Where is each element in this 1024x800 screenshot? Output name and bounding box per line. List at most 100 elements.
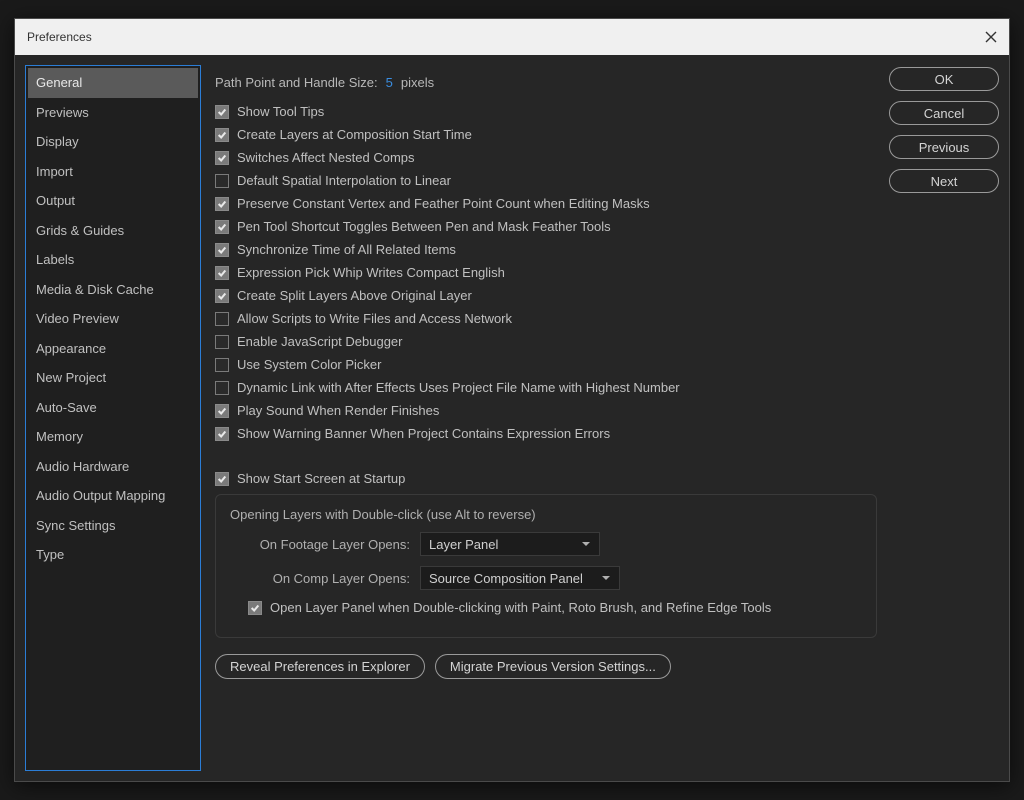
checkbox-row: Synchronize Time of All Related Items xyxy=(215,242,877,257)
migrate-settings-button[interactable]: Migrate Previous Version Settings... xyxy=(435,654,671,679)
checkbox[interactable] xyxy=(215,427,229,441)
comp-layer-row: On Comp Layer Opens: Source Composition … xyxy=(230,566,862,590)
checkbox[interactable] xyxy=(215,266,229,280)
checkbox-row: Preserve Constant Vertex and Feather Poi… xyxy=(215,196,877,211)
checkbox-label[interactable]: Pen Tool Shortcut Toggles Between Pen an… xyxy=(237,219,611,234)
checkbox-label[interactable]: Enable JavaScript Debugger xyxy=(237,334,403,349)
chevron-down-icon xyxy=(601,573,611,583)
checkbox-label[interactable]: Default Spatial Interpolation to Linear xyxy=(237,173,451,188)
checkbox-start-screen[interactable] xyxy=(215,472,229,486)
checkbox[interactable] xyxy=(215,105,229,119)
cancel-button[interactable]: Cancel xyxy=(889,101,999,125)
sidebar-item-new-project[interactable]: New Project xyxy=(28,363,198,393)
comp-layer-dropdown[interactable]: Source Composition Panel xyxy=(420,566,620,590)
sidebar-item-sync-settings[interactable]: Sync Settings xyxy=(28,511,198,541)
checkbox[interactable] xyxy=(215,128,229,142)
checkbox-label[interactable]: Synchronize Time of All Related Items xyxy=(237,242,456,257)
checkbox-row: Allow Scripts to Write Files and Access … xyxy=(215,311,877,326)
checkbox[interactable] xyxy=(215,289,229,303)
checkbox-label[interactable]: Play Sound When Render Finishes xyxy=(237,403,439,418)
checkbox[interactable] xyxy=(215,404,229,418)
checkbox-open-layer-panel[interactable] xyxy=(248,601,262,615)
sidebar-item-labels[interactable]: Labels xyxy=(28,245,198,275)
checkbox[interactable] xyxy=(215,358,229,372)
sidebar-item-video-preview[interactable]: Video Preview xyxy=(28,304,198,334)
close-button[interactable] xyxy=(983,29,999,45)
checkbox[interactable] xyxy=(215,312,229,326)
checkbox-label[interactable]: Create Layers at Composition Start Time xyxy=(237,127,472,142)
checkbox-label[interactable]: Use System Color Picker xyxy=(237,357,381,372)
checkbox-row: Use System Color Picker xyxy=(215,357,877,372)
open-layer-panel-row: Open Layer Panel when Double-clicking wi… xyxy=(230,600,862,615)
checkbox-row: Expression Pick Whip Writes Compact Engl… xyxy=(215,265,877,280)
checkbox[interactable] xyxy=(215,220,229,234)
sidebar-item-media-disk-cache[interactable]: Media & Disk Cache xyxy=(28,275,198,305)
start-screen-row: Show Start Screen at Startup xyxy=(215,471,877,486)
bottom-buttons: Reveal Preferences in Explorer Migrate P… xyxy=(215,654,877,679)
sidebar-item-display[interactable]: Display xyxy=(28,127,198,157)
dialog-body: GeneralPreviewsDisplayImportOutputGrids … xyxy=(15,55,1009,781)
checkbox[interactable] xyxy=(215,174,229,188)
check-icon xyxy=(217,199,227,209)
checkbox[interactable] xyxy=(215,151,229,165)
sidebar-item-import[interactable]: Import xyxy=(28,157,198,187)
check-icon xyxy=(217,153,227,163)
check-icon xyxy=(250,603,260,613)
check-icon xyxy=(217,474,227,484)
sidebar: GeneralPreviewsDisplayImportOutputGrids … xyxy=(25,65,201,771)
path-point-row: Path Point and Handle Size: 5 pixels xyxy=(215,75,877,90)
checkbox-label[interactable]: Show Warning Banner When Project Contain… xyxy=(237,426,610,441)
checkbox[interactable] xyxy=(215,243,229,257)
reveal-prefs-button[interactable]: Reveal Preferences in Explorer xyxy=(215,654,425,679)
sidebar-item-audio-hardware[interactable]: Audio Hardware xyxy=(28,452,198,482)
next-button[interactable]: Next xyxy=(889,169,999,193)
comp-layer-label: On Comp Layer Opens: xyxy=(242,571,410,586)
sidebar-item-output[interactable]: Output xyxy=(28,186,198,216)
checkbox[interactable] xyxy=(215,197,229,211)
checkbox-row: Switches Affect Nested Comps xyxy=(215,150,877,165)
checkbox-label[interactable]: Expression Pick Whip Writes Compact Engl… xyxy=(237,265,505,280)
checkbox[interactable] xyxy=(215,381,229,395)
checkbox-list: Show Tool Tips Create Layers at Compositi… xyxy=(215,104,877,441)
checkbox-label[interactable]: Switches Affect Nested Comps xyxy=(237,150,415,165)
checkbox-row: Pen Tool Shortcut Toggles Between Pen an… xyxy=(215,219,877,234)
checkbox-label[interactable]: Dynamic Link with After Effects Uses Pro… xyxy=(237,380,680,395)
checkbox-label[interactable]: Preserve Constant Vertex and Feather Poi… xyxy=(237,196,650,211)
checkbox-row: Create Layers at Composition Start Time xyxy=(215,127,877,142)
sidebar-item-type[interactable]: Type xyxy=(28,540,198,570)
checkbox-label[interactable]: Allow Scripts to Write Files and Access … xyxy=(237,311,512,326)
check-icon xyxy=(217,222,227,232)
checkbox[interactable] xyxy=(215,335,229,349)
checkbox-label[interactable]: Create Split Layers Above Original Layer xyxy=(237,288,472,303)
checkbox-row: Play Sound When Render Finishes xyxy=(215,403,877,418)
ok-button[interactable]: OK xyxy=(889,67,999,91)
sidebar-item-audio-output-mapping[interactable]: Audio Output Mapping xyxy=(28,481,198,511)
checkbox-row: Default Spatial Interpolation to Linear xyxy=(215,173,877,188)
checkbox-row: Create Split Layers Above Original Layer xyxy=(215,288,877,303)
sidebar-item-auto-save[interactable]: Auto-Save xyxy=(28,393,198,423)
comp-layer-value: Source Composition Panel xyxy=(429,571,583,586)
check-icon xyxy=(217,429,227,439)
content-panel: Path Point and Handle Size: 5 pixels Sho… xyxy=(215,65,877,771)
footage-layer-label: On Footage Layer Opens: xyxy=(242,537,410,552)
open-layer-panel-label[interactable]: Open Layer Panel when Double-clicking wi… xyxy=(270,600,771,615)
path-point-value[interactable]: 5 xyxy=(386,75,393,90)
checkbox-row: Dynamic Link with After Effects Uses Pro… xyxy=(215,380,877,395)
right-button-column: OK Cancel Previous Next xyxy=(889,65,999,771)
check-icon xyxy=(217,107,227,117)
preferences-dialog: Preferences GeneralPreviewsDisplayImport… xyxy=(14,18,1010,782)
sidebar-item-previews[interactable]: Previews xyxy=(28,98,198,128)
checkbox-row: Enable JavaScript Debugger xyxy=(215,334,877,349)
footage-layer-value: Layer Panel xyxy=(429,537,498,552)
previous-button[interactable]: Previous xyxy=(889,135,999,159)
main-area: Path Point and Handle Size: 5 pixels Sho… xyxy=(215,65,999,771)
sidebar-item-appearance[interactable]: Appearance xyxy=(28,334,198,364)
sidebar-item-grids-guides[interactable]: Grids & Guides xyxy=(28,216,198,246)
checkbox-row: Show Warning Banner When Project Contain… xyxy=(215,426,877,441)
start-screen-label[interactable]: Show Start Screen at Startup xyxy=(237,471,405,486)
opening-layers-group: Opening Layers with Double-click (use Al… xyxy=(215,494,877,638)
checkbox-label[interactable]: Show Tool Tips xyxy=(237,104,324,119)
sidebar-item-general[interactable]: General xyxy=(28,68,198,98)
sidebar-item-memory[interactable]: Memory xyxy=(28,422,198,452)
footage-layer-dropdown[interactable]: Layer Panel xyxy=(420,532,600,556)
